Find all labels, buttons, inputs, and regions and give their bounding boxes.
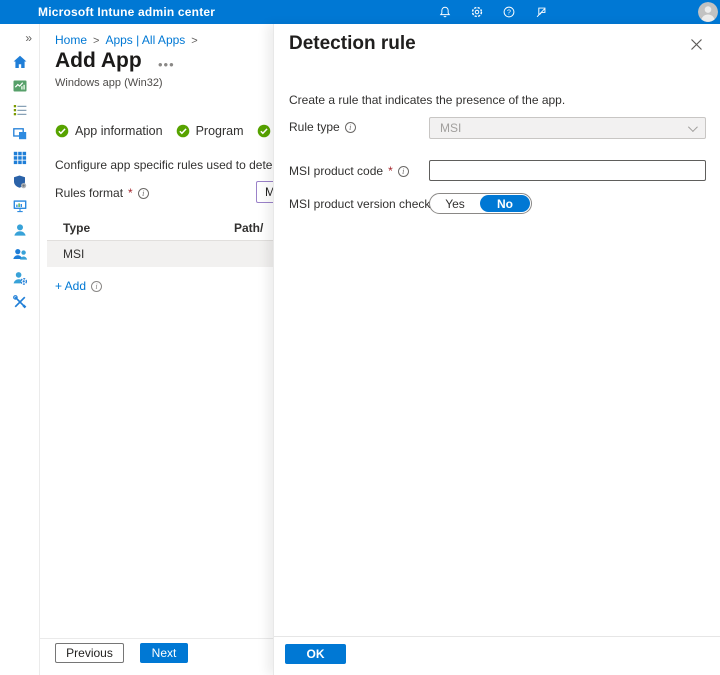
msi-version-check-toggle[interactable]: Yes No <box>429 193 532 214</box>
sidebar-item-all-services[interactable] <box>0 102 39 118</box>
msi-product-code-label: MSI product code* <box>289 164 409 178</box>
rule-type-dropdown-disabled: MSI <box>429 117 706 139</box>
feedback-icon[interactable] <box>534 5 548 19</box>
troubleshooting-icon <box>12 294 28 310</box>
msi-version-check-label: MSI product version check <box>289 197 446 211</box>
apps-icon <box>12 150 28 166</box>
more-options-icon[interactable]: ••• <box>158 57 175 72</box>
rules-format-label: Rules format* <box>55 186 149 200</box>
sidebar-item-dashboard[interactable] <box>0 78 39 94</box>
svg-text:?: ? <box>507 9 511 16</box>
breadcrumb-home-link[interactable]: Home <box>55 33 105 47</box>
sidebar-item-groups[interactable] <box>0 246 39 262</box>
check-circle-icon <box>176 124 190 138</box>
close-icon[interactable] <box>690 38 703 51</box>
home-icon <box>12 54 28 70</box>
panel-title: Detection rule <box>289 33 416 55</box>
sidebar-item-tenant-administration[interactable] <box>0 270 39 286</box>
app-title: Microsoft Intune admin center <box>38 5 215 19</box>
chevron-down-icon <box>688 122 698 132</box>
step-app-information[interactable]: App information <box>55 124 163 138</box>
all-services-icon <box>12 102 28 118</box>
add-rule-link[interactable]: + Add <box>55 279 102 293</box>
info-icon[interactable] <box>345 122 356 133</box>
info-icon[interactable] <box>398 166 409 177</box>
check-circle-icon <box>257 124 271 138</box>
gear-icon[interactable] <box>470 5 484 19</box>
panel-footer-divider <box>274 636 720 637</box>
sidebar-item-devices[interactable] <box>0 126 39 142</box>
check-circle-icon <box>55 124 69 138</box>
sidebar-item-troubleshooting[interactable] <box>0 294 39 310</box>
toggle-option-no-selected[interactable]: No <box>480 195 530 212</box>
reports-icon <box>12 198 28 214</box>
column-header-type: Type <box>47 221 234 235</box>
info-icon[interactable] <box>91 281 102 292</box>
column-header-path: Path/ <box>234 221 263 235</box>
info-icon[interactable] <box>138 188 149 199</box>
tenant-admin-icon <box>12 270 28 286</box>
step-program[interactable]: Program <box>176 124 244 138</box>
help-icon[interactable]: ? <box>502 5 516 19</box>
user-avatar[interactable] <box>698 2 718 22</box>
msi-product-code-input[interactable] <box>429 160 706 181</box>
toggle-option-yes[interactable]: Yes <box>430 197 480 211</box>
top-app-bar: Microsoft Intune admin center ? <box>0 0 720 24</box>
step-label: Program <box>196 124 244 138</box>
sidebar-item-users[interactable] <box>0 222 39 238</box>
step-label: App information <box>75 124 163 138</box>
page-title: Add App <box>55 49 142 73</box>
panel-description: Create a rule that indicates the presenc… <box>289 93 565 107</box>
detection-rule-panel: Detection rule Create a rule that indica… <box>273 24 720 675</box>
devices-icon <box>12 126 28 142</box>
required-asterisk: * <box>388 164 393 178</box>
users-icon <box>12 222 28 238</box>
breadcrumb: HomeApps | All Apps <box>55 33 204 47</box>
sidebar-item-endpoint-security[interactable] <box>0 174 39 190</box>
intune-admin-center-window: Microsoft Intune admin center ? » <box>0 0 720 675</box>
bell-icon[interactable] <box>438 5 452 19</box>
dashboard-icon <box>12 78 28 94</box>
wizard-steps: App information Program <box>55 124 277 138</box>
rule-type-label: Rule type <box>289 120 356 134</box>
previous-button[interactable]: Previous <box>55 643 124 663</box>
left-nav-sidebar: » <box>0 24 40 675</box>
topbar-icon-group: ? <box>438 0 548 24</box>
shield-icon <box>12 174 28 190</box>
cell-type: MSI <box>47 247 84 261</box>
page-subtitle: Windows app (Win32) <box>55 77 163 89</box>
required-asterisk: * <box>128 186 133 200</box>
sidebar-item-reports[interactable] <box>0 198 39 214</box>
next-button[interactable]: Next <box>140 643 188 663</box>
groups-icon <box>12 246 28 262</box>
breadcrumb-all-apps-link[interactable]: Apps | All Apps <box>105 33 203 47</box>
nav-item-list <box>0 54 39 310</box>
sidebar-item-apps[interactable] <box>0 150 39 166</box>
ok-button[interactable]: OK <box>285 644 346 664</box>
expand-sidebar-icon[interactable]: » <box>25 31 32 45</box>
sidebar-item-home[interactable] <box>0 54 39 70</box>
